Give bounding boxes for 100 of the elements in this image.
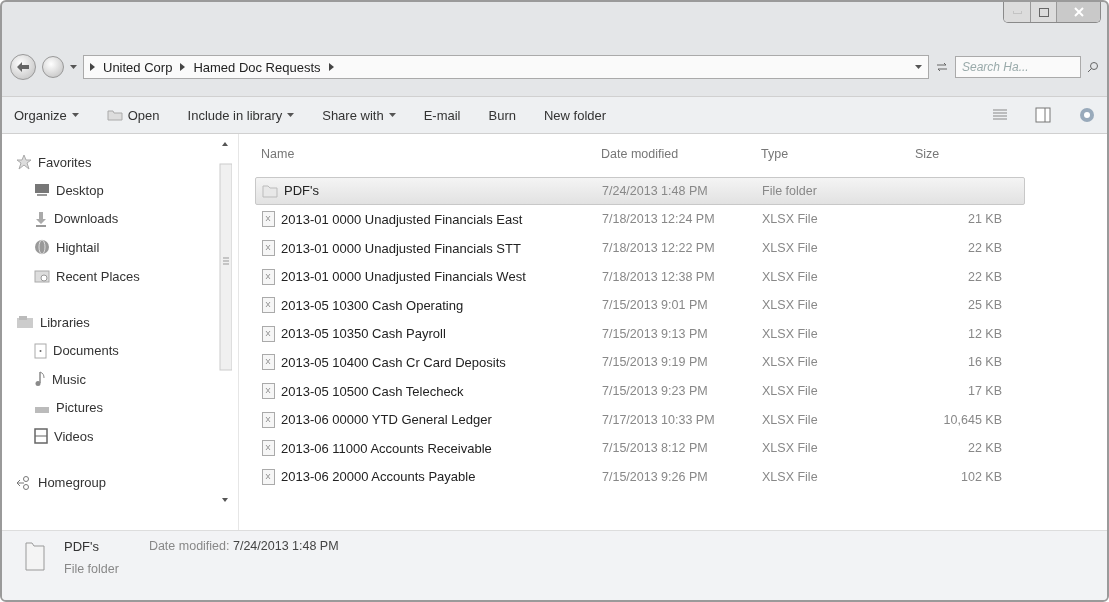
- search-icon[interactable]: [1087, 61, 1099, 73]
- file-name: 2013-01 0000 Unadjusted Financials East: [256, 211, 596, 228]
- toolbar-button[interactable]: Organize: [14, 105, 79, 125]
- sidebar-item[interactable]: Pictures: [16, 393, 218, 423]
- type-cell-text: File folder: [761, 183, 818, 198]
- sidebar-group[interactable]: Favorites: [16, 148, 218, 176]
- spreadsheet-file-icon: [262, 211, 275, 228]
- forward-button[interactable]: [42, 56, 64, 78]
- caret-icon: [70, 64, 77, 70]
- size-cell-text: 22 KB: [966, 269, 1003, 284]
- chevron-icon: [180, 63, 186, 71]
- sidebar-group[interactable]: Libraries: [16, 308, 218, 337]
- size-cell-text: 21 KB: [966, 212, 1003, 227]
- file-row[interactable]: 2013-01 0000 Unadjusted Financials East 7/18/2013 12:24 PM XLSX File 21 KB: [255, 205, 1025, 234]
- file-name: 2013-05 10400 Cash Cr Card Deposits: [256, 354, 596, 371]
- spreadsheet-file-icon: [262, 240, 275, 257]
- date-cell-text: 7/15/2013 9:13 PM: [601, 326, 709, 341]
- file-row[interactable]: 2013-06 20000 Accounts Payable 7/15/2013 9:26 PM XLSX File 102 KB: [255, 462, 1025, 492]
- back-button[interactable]: [10, 54, 36, 80]
- file-row[interactable]: 2013-06 11000 Accounts Receivable 7/15/2013 8:12 PM XLSX File 22 KB: [255, 433, 1025, 463]
- open-folder-icon: [106, 109, 123, 121]
- type-cell-text: XLSX File: [761, 469, 819, 484]
- close-icon: [1073, 7, 1084, 17]
- file-name: 2013-01 0000 Unadjusted Financials West: [256, 268, 596, 285]
- file-name: 2013-05 10300 Cash Operating: [256, 297, 596, 314]
- file-row[interactable]: 2013-01 0000 Unadjusted Financials STT 7/18/2013 12:22 PM XLSX File 22 KB: [255, 233, 1025, 263]
- type-cell-text: XLSX File: [761, 269, 819, 284]
- details-date: Date modified: 7/24/2013 1:48 PM: [148, 539, 339, 553]
- date-cell-text: 7/15/2013 8:12 PM: [601, 441, 709, 456]
- caret-icon: [915, 64, 922, 70]
- sidebar-item[interactable]: Recent Places: [16, 261, 218, 291]
- date-cell-text: 7/18/2013 12:24 PM: [601, 212, 716, 227]
- toolbar-button[interactable]: Share with: [322, 105, 396, 125]
- file-row[interactable]: 2013-05 10500 Cash Telecheck 7/15/2013 9:23 PM XLSX File 17 KB: [255, 376, 1025, 406]
- file-row[interactable]: PDF's 7/24/2013 1:48 PM File folder: [255, 176, 1025, 206]
- file-name: 2013-05 10350 Cash Payroll: [256, 325, 596, 342]
- size-cell-text: 25 KB: [966, 298, 1003, 313]
- breadcrumb[interactable]: Hamed Doc Requests: [193, 59, 321, 75]
- file-row[interactable]: 2013-05 10400 Cash Cr Card Deposits 7/15/2013 9:19 PM XLSX File 16 KB: [255, 348, 1025, 377]
- spreadsheet-file-icon: [262, 383, 275, 400]
- size-cell-text: 22 KB: [966, 441, 1003, 456]
- film-icon: [34, 428, 48, 445]
- type-cell-text: XLSX File: [761, 241, 819, 256]
- date-cell-text: 7/15/2013 9:23 PM: [601, 384, 709, 399]
- file-row[interactable]: 2013-01 0000 Unadjusted Financials West 7/18/2013 12:38 PM XLSX File 22 KB: [255, 262, 1025, 291]
- date-cell-text: 7/15/2013 9:19 PM: [601, 355, 709, 370]
- column-header[interactable]: Name: [255, 147, 595, 162]
- toolbar-button[interactable]: Burn: [488, 105, 516, 125]
- sidebar-group[interactable]: Homegroup: [16, 468, 218, 497]
- view-list-icon[interactable]: [993, 109, 1007, 121]
- size-cell-text: 17 KB: [966, 384, 1003, 399]
- monitor-icon: [34, 183, 50, 198]
- toolbar-button[interactable]: Include in library: [187, 105, 295, 125]
- file-name: PDF's: [256, 183, 596, 199]
- type-cell-text: XLSX File: [761, 412, 819, 427]
- file-name: 2013-01 0000 Unadjusted Financials STT: [256, 240, 596, 257]
- sidebar-item[interactable]: Desktop: [16, 176, 218, 205]
- type-cell-text: XLSX File: [761, 326, 819, 341]
- type-cell-text: XLSX File: [761, 441, 819, 456]
- date-cell-text: 7/15/2013 9:01 PM: [601, 298, 709, 313]
- date-cell-text: 7/15/2013 9:26 PM: [601, 469, 709, 484]
- globe-icon: [34, 239, 50, 256]
- caret-icon: [287, 112, 295, 118]
- folder-icon: [24, 539, 46, 573]
- details-type: File folder: [64, 562, 119, 576]
- toolbar-button[interactable]: Open: [106, 105, 160, 125]
- back-arrow-icon: [17, 62, 29, 72]
- column-header[interactable]: Date modified: [595, 147, 755, 162]
- sidebar-item[interactable]: Documents: [16, 336, 218, 365]
- column-header[interactable]: Size: [875, 147, 1005, 162]
- search-field[interactable]: Search Ha...: [955, 56, 1081, 78]
- music-note-icon: [34, 371, 46, 388]
- preview-pane-icon[interactable]: [1035, 107, 1051, 123]
- size-cell-text: 12 KB: [966, 326, 1003, 341]
- library-icon: [16, 315, 34, 330]
- spreadsheet-file-icon: [262, 354, 275, 371]
- size-cell-text: 102 KB: [960, 469, 1003, 484]
- address-bar[interactable]: United Corp Hamed Doc Requests: [83, 55, 929, 79]
- maximize-icon: [1038, 7, 1049, 17]
- close-button[interactable]: [1056, 2, 1100, 22]
- spreadsheet-file-icon: [262, 411, 275, 428]
- maximize-button[interactable]: [1030, 2, 1056, 22]
- toolbar-button[interactable]: New folder: [543, 105, 607, 125]
- size-cell-text: 16 KB: [966, 355, 1003, 370]
- sidebar-item[interactable]: Hightail: [16, 233, 218, 262]
- type-cell-text: XLSX File: [761, 298, 819, 313]
- chevron-icon: [90, 63, 95, 71]
- file-row[interactable]: 2013-06 00000 YTD General Ledger 7/17/2013 10:33 PM XLSX File 10,645 KB: [255, 405, 1025, 434]
- breadcrumb[interactable]: United Corp: [103, 59, 173, 75]
- column-header[interactable]: Type: [755, 147, 875, 162]
- sidebar-item[interactable]: Music: [16, 364, 218, 394]
- file-row[interactable]: 2013-05 10300 Cash Operating 7/15/2013 9:01 PM XLSX File 25 KB: [255, 290, 1025, 320]
- sidebar-item[interactable]: Downloads: [16, 204, 218, 234]
- sidebar-item[interactable]: Videos: [16, 422, 218, 451]
- spreadsheet-file-icon: [262, 297, 275, 314]
- file-row[interactable]: 2013-05 10350 Cash Payroll 7/15/2013 9:13 PM XLSX File 12 KB: [255, 319, 1025, 349]
- date-cell-text: 7/17/2013 10:33 PM: [601, 412, 716, 427]
- details-name: PDF's: [64, 539, 100, 554]
- spreadsheet-file-icon: [262, 325, 275, 342]
- toolbar-button[interactable]: E-mail: [423, 105, 461, 125]
